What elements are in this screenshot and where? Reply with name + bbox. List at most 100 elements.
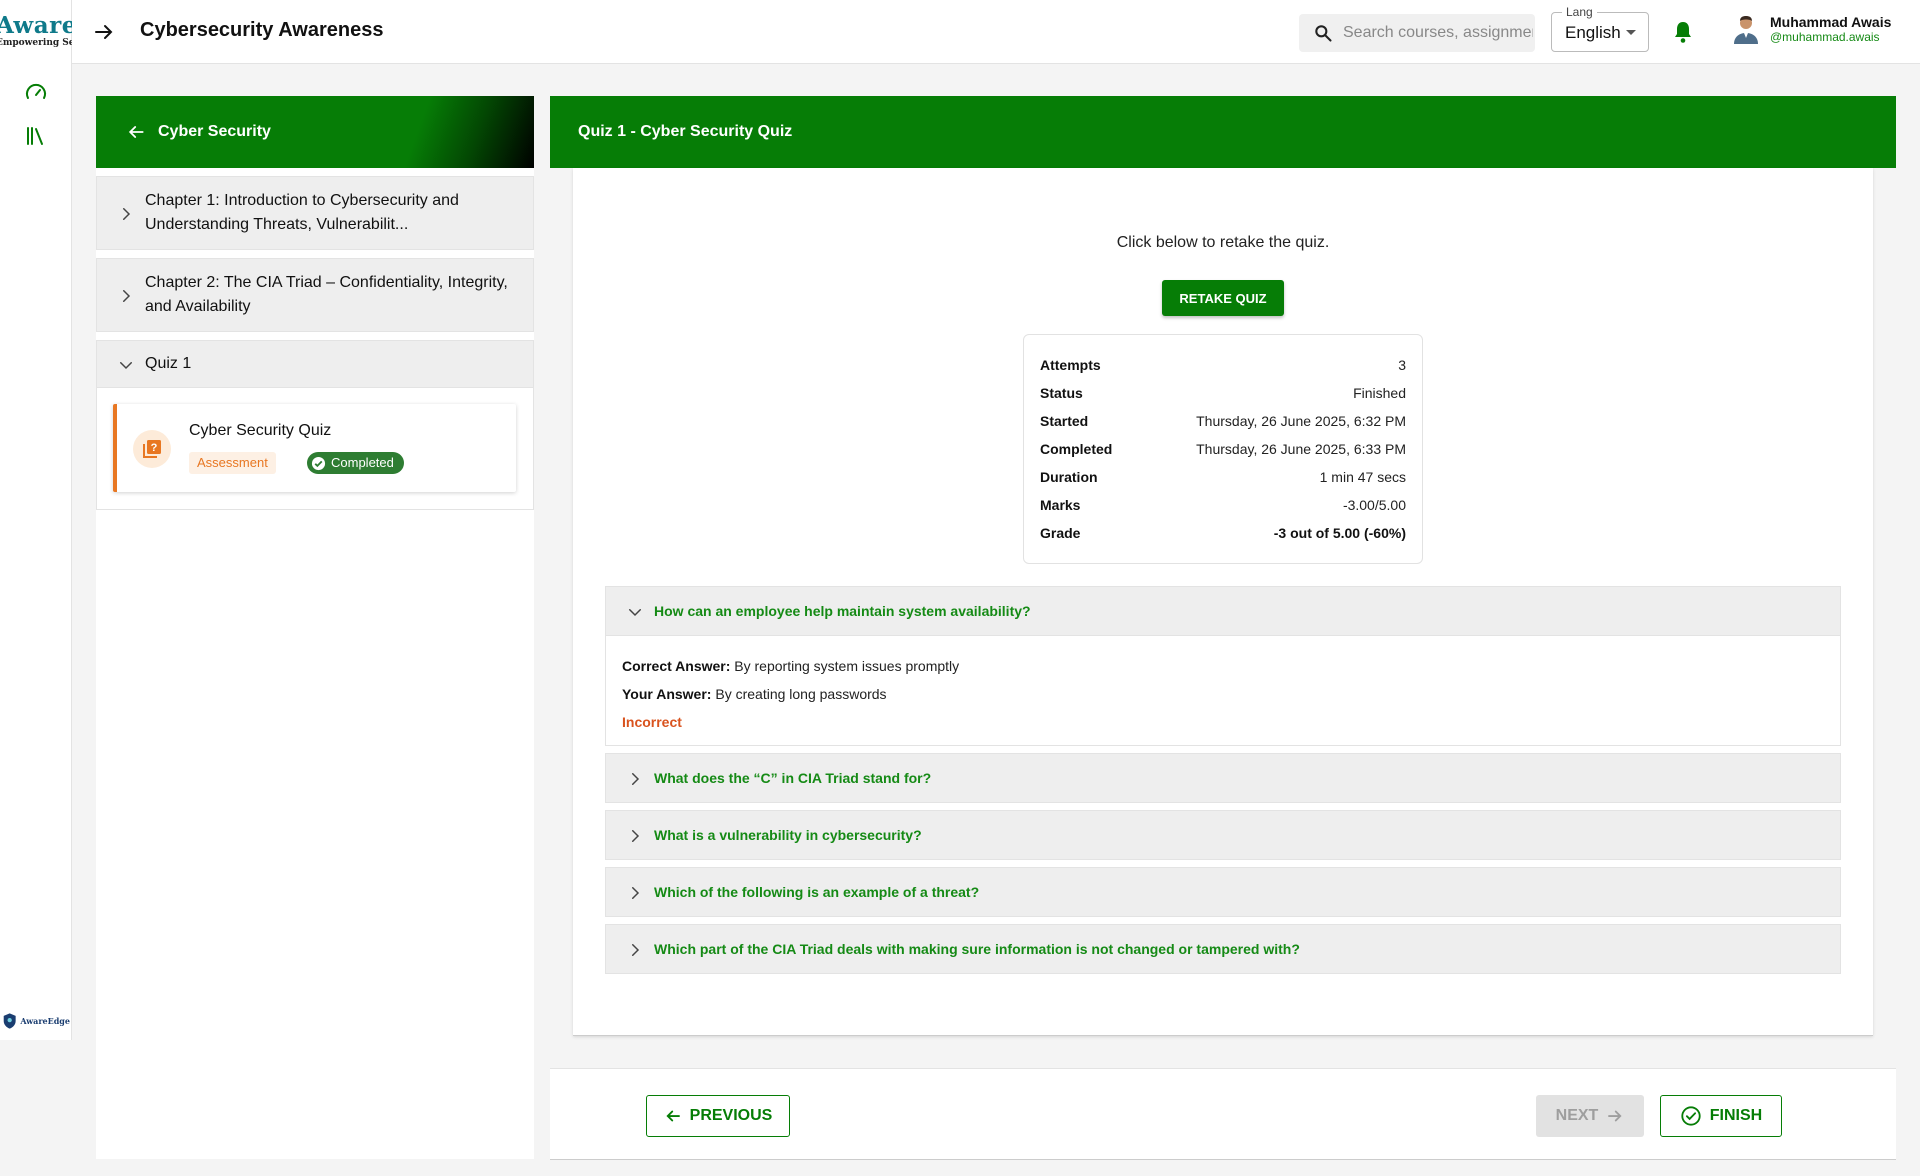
summary-key: Started bbox=[1040, 413, 1089, 429]
correct-answer-line: Correct Answer: By reporting system issu… bbox=[622, 652, 1824, 680]
chevron-right-icon bbox=[123, 208, 131, 220]
chevron-down-icon bbox=[120, 362, 132, 370]
quiz-results-card: Click below to retake the quiz. RETAKE Q… bbox=[573, 168, 1873, 1036]
question-text: How can an employee help maintain system… bbox=[654, 603, 1031, 619]
chapter-label: Chapter 1: Introduction to Cybersecurity… bbox=[145, 192, 459, 233]
chevron-down-icon bbox=[629, 609, 641, 617]
summary-row-duration: Duration 1 min 47 secs bbox=[1040, 463, 1406, 491]
quiz-card-title: Cyber Security Quiz bbox=[189, 422, 332, 439]
bottom-logo-text: AwareEdge bbox=[20, 1016, 70, 1026]
summary-value: -3.00/5.00 bbox=[1342, 497, 1406, 513]
chapter-item[interactable]: Chapter 2: The CIA Triad – Confidentiali… bbox=[96, 258, 534, 332]
brand-logo-text: AwareEdge bbox=[0, 12, 72, 39]
user-handle: @muhammad.awais bbox=[1770, 30, 1880, 44]
question-text: Which of the following is an example of … bbox=[654, 884, 980, 900]
summary-key: Status bbox=[1040, 385, 1083, 401]
chevron-right-icon bbox=[632, 773, 640, 785]
dashboard-gauge-icon[interactable] bbox=[22, 79, 50, 107]
question-accordion[interactable]: Which part of the CIA Triad deals with m… bbox=[605, 924, 1841, 974]
question-accordion[interactable]: What does the “C” in CIA Triad stand for… bbox=[605, 753, 1841, 803]
search-icon bbox=[1315, 25, 1332, 42]
summary-value: -3 out of 5.00 (-60%) bbox=[1273, 525, 1406, 541]
expand-arrow-icon[interactable] bbox=[92, 20, 116, 44]
summary-key: Grade bbox=[1040, 525, 1081, 541]
next-button-label: NEXT bbox=[1555, 1107, 1599, 1124]
summary-row-started: Started Thursday, 26 June 2025, 6:32 PM bbox=[1040, 407, 1406, 435]
chevron-right-icon bbox=[632, 887, 640, 899]
quiz-group-body: ? Cyber Security Quiz Assessment Complet… bbox=[96, 388, 534, 510]
language-select-label: Lang bbox=[1562, 5, 1597, 19]
brand-logo[interactable]: AwareEdge Empowering Security bbox=[0, 12, 72, 52]
library-books-icon[interactable] bbox=[22, 122, 50, 150]
retake-instructions: Click below to retake the quiz. bbox=[1116, 234, 1330, 251]
quiz-icon: ? bbox=[133, 430, 171, 468]
bottom-brand-logo: AwareEdge bbox=[2, 1010, 70, 1032]
search-box[interactable] bbox=[1299, 14, 1535, 52]
avatar bbox=[1732, 14, 1760, 44]
answer-result: Incorrect bbox=[622, 714, 682, 730]
summary-row-grade: Grade -3 out of 5.00 (-60%) bbox=[1040, 519, 1406, 547]
chevron-right-icon bbox=[123, 290, 131, 302]
question-text: What is a vulnerability in cybersecurity… bbox=[654, 827, 922, 843]
your-answer-value: By creating long passwords bbox=[715, 686, 887, 702]
question-detail: Correct Answer: By reporting system issu… bbox=[605, 636, 1841, 746]
question-accordion[interactable]: Which of the following is an example of … bbox=[605, 867, 1841, 917]
finish-button[interactable]: FINISH bbox=[1660, 1095, 1782, 1137]
arrow-back-icon bbox=[128, 126, 144, 138]
search-input[interactable] bbox=[1343, 24, 1533, 42]
question-accordion[interactable]: What is a vulnerability in cybersecurity… bbox=[605, 810, 1841, 860]
quiz-navigation-footer: PREVIOUS NEXT FINISH bbox=[550, 1068, 1896, 1160]
summary-row-completed: Completed Thursday, 26 June 2025, 6:33 PM bbox=[1040, 435, 1406, 463]
completed-badge-label: Completed bbox=[331, 455, 394, 470]
svg-text:?: ? bbox=[151, 442, 158, 454]
summary-key: Attempts bbox=[1040, 357, 1101, 373]
summary-key: Marks bbox=[1040, 497, 1081, 513]
summary-value: 1 min 47 secs bbox=[1319, 469, 1406, 485]
summary-value: Thursday, 26 June 2025, 6:33 PM bbox=[1196, 441, 1406, 457]
chapter-label: Chapter 2: The CIA Triad – Confidentiali… bbox=[145, 274, 508, 315]
attempt-summary: Attempts 3 Status Finished Started Thursday… bbox=[1023, 334, 1423, 564]
caret-down-icon bbox=[1626, 30, 1636, 35]
summary-row-marks: Marks -3.00/5.00 bbox=[1040, 491, 1406, 519]
quiz-group-label: Quiz 1 bbox=[145, 355, 192, 372]
previous-button[interactable]: PREVIOUS bbox=[646, 1095, 790, 1137]
arrow-forward-icon bbox=[1608, 1110, 1622, 1122]
correct-answer-value: By reporting system issues promptly bbox=[734, 658, 960, 674]
left-rail: AwareEdge Empowering Security AwareEdge bbox=[0, 0, 72, 1040]
check-circle-outline-icon bbox=[1681, 1106, 1701, 1126]
chevron-right-icon bbox=[632, 944, 640, 956]
question-review-list: How can an employee help maintain system… bbox=[605, 586, 1841, 981]
finish-button-label: FINISH bbox=[1709, 1107, 1763, 1124]
quiz-main-panel: Quiz 1 - Cyber Security Quiz Click below… bbox=[550, 96, 1896, 1036]
assessment-badge: Assessment bbox=[189, 452, 276, 474]
summary-value: Finished bbox=[1353, 385, 1406, 401]
user-menu[interactable]: Muhammad Awais @muhammad.awais bbox=[1732, 14, 1891, 44]
arrow-back-icon bbox=[666, 1110, 680, 1122]
summary-key: Completed bbox=[1040, 441, 1113, 457]
language-select-value: English bbox=[1565, 23, 1621, 42]
summary-value: Thursday, 26 June 2025, 6:32 PM bbox=[1196, 413, 1406, 429]
top-header: Cybersecurity Awareness Lang English Muh… bbox=[72, 0, 1920, 64]
language-select[interactable]: Lang English bbox=[1551, 5, 1649, 52]
correct-answer-label: Correct Answer: bbox=[622, 658, 731, 674]
previous-button-label: PREVIOUS bbox=[689, 1107, 773, 1124]
summary-row-attempts: Attempts 3 bbox=[1040, 351, 1406, 379]
quiz-group-header[interactable]: Quiz 1 bbox=[96, 340, 534, 388]
shield-icon bbox=[3, 1013, 16, 1029]
question-text: Which part of the CIA Triad deals with m… bbox=[654, 941, 1300, 957]
check-circle-icon bbox=[311, 456, 326, 470]
notification-bell-icon[interactable] bbox=[1672, 20, 1696, 44]
your-answer-label: Your Answer: bbox=[622, 686, 712, 702]
course-sidebar: Cyber Security Chapter 1: Introduction t… bbox=[96, 96, 534, 1159]
chevron-right-icon bbox=[632, 830, 640, 842]
brand-tagline: Empowering Security bbox=[0, 38, 72, 48]
your-answer-line: Your Answer: By creating long passwords bbox=[622, 680, 1824, 708]
next-button[interactable]: NEXT bbox=[1536, 1095, 1644, 1137]
quiz-card[interactable]: ? Cyber Security Quiz Assessment Complet… bbox=[113, 404, 516, 492]
course-back-header[interactable]: Cyber Security bbox=[96, 96, 534, 168]
summary-key: Duration bbox=[1040, 469, 1098, 485]
retake-quiz-button[interactable]: RETAKE QUIZ bbox=[1162, 280, 1284, 316]
chapter-item[interactable]: Chapter 1: Introduction to Cybersecurity… bbox=[96, 176, 534, 250]
question-accordion[interactable]: How can an employee help maintain system… bbox=[605, 586, 1841, 636]
quiz-title-header: Quiz 1 - Cyber Security Quiz bbox=[550, 96, 1896, 168]
